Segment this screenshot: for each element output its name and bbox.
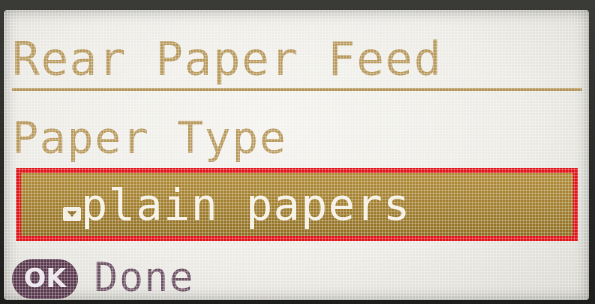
paper-type-label: Paper Type [12, 113, 287, 164]
paper-type-selector[interactable]: plain papers [16, 168, 578, 241]
title-divider [12, 88, 582, 91]
dropdown-arrow-icon[interactable] [63, 207, 81, 221]
selection-highlight: plain papers [21, 173, 573, 236]
device-bezel: Rear Paper Feed Paper Type plain papers … [0, 0, 595, 304]
paper-type-value[interactable]: plain papers [81, 180, 411, 232]
lcd-screen: Rear Paper Feed Paper Type plain papers … [4, 10, 589, 300]
ok-button-icon[interactable]: OK [12, 259, 78, 299]
done-label: Done [94, 255, 195, 300]
screen-title: Rear Paper Feed [12, 32, 443, 86]
